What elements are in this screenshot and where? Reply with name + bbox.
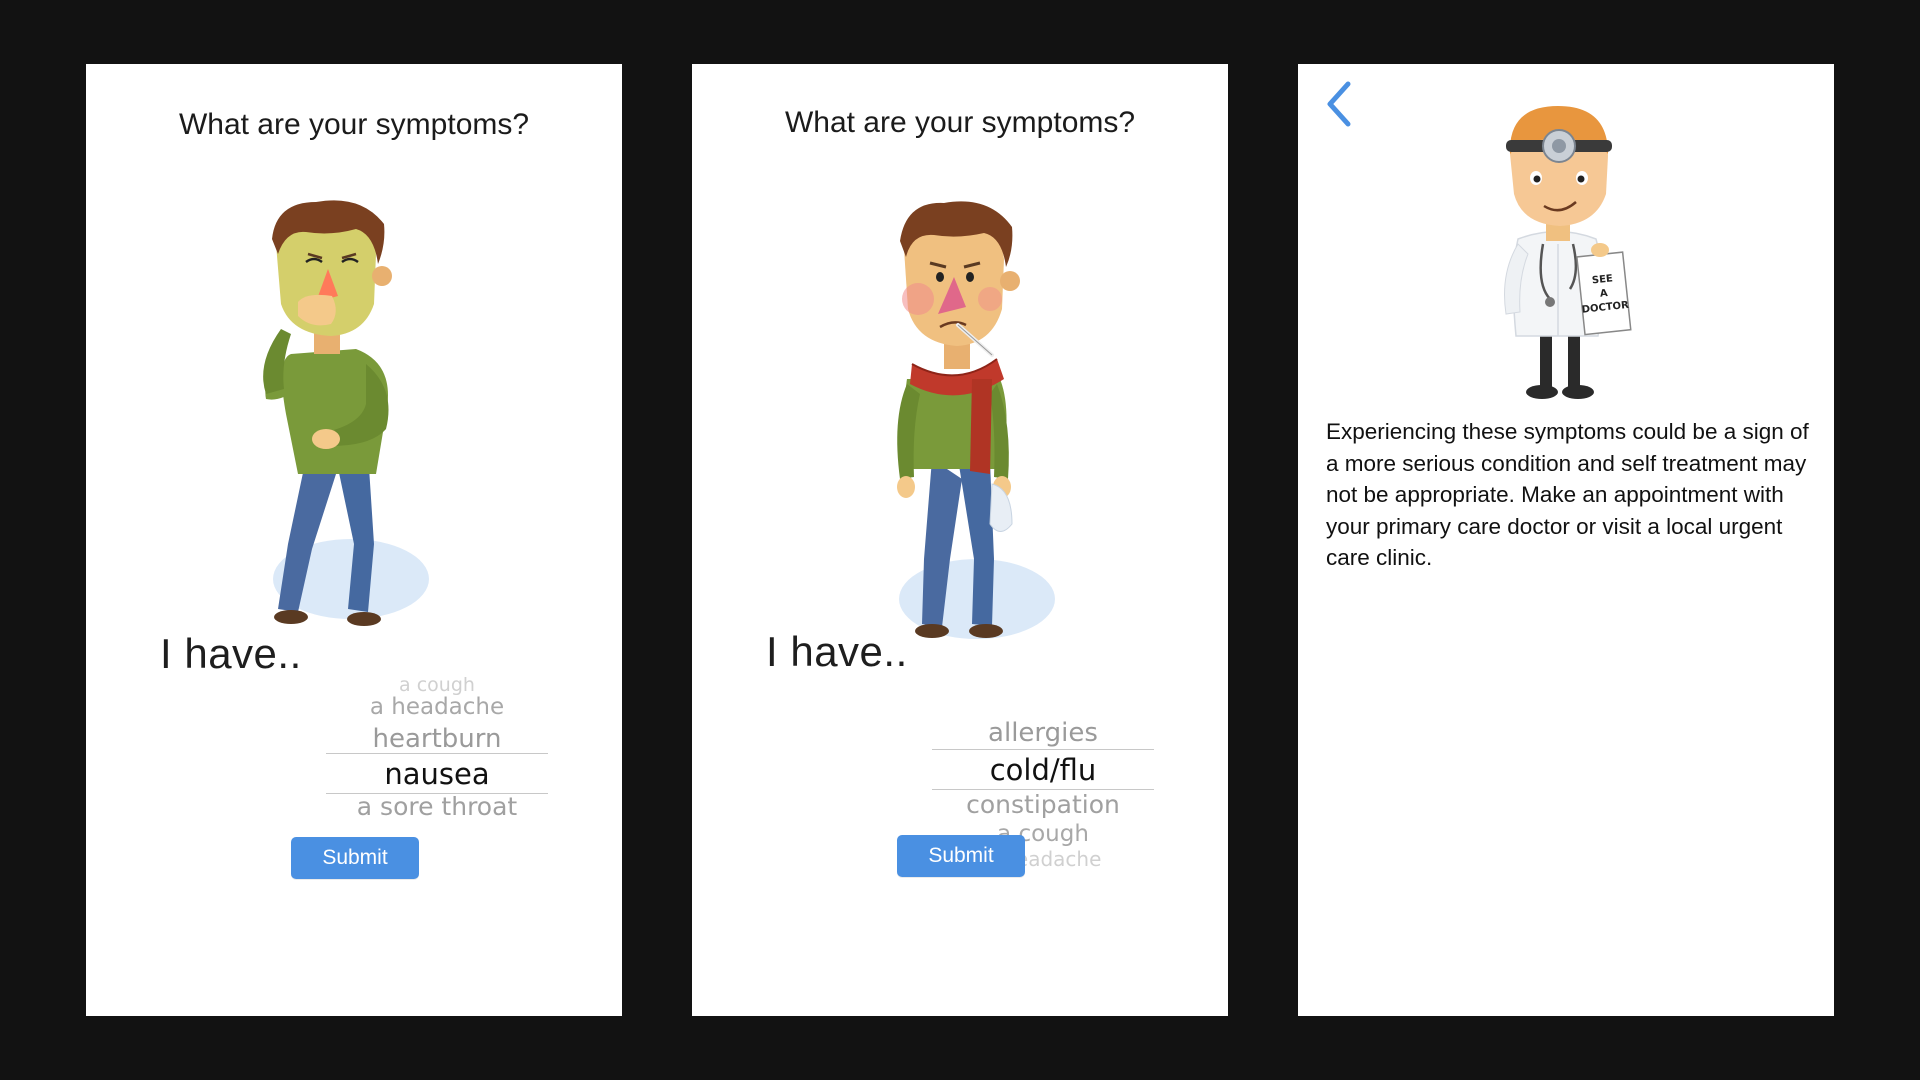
sign-text-see: SEE (1591, 273, 1613, 286)
picker-divider (326, 753, 548, 754)
see-doctor-screen: SEE A DOCTOR Experiencing these symptoms… (1298, 64, 1834, 1016)
picker-option[interactable]: constipation (932, 792, 1154, 817)
chevron-left-icon[interactable] (1318, 72, 1358, 132)
nauseous-man-illustration (263, 200, 429, 626)
i-have-label: I have.. (766, 628, 908, 675)
nausea-screen: What are your symptoms? I have.. a cough… (86, 64, 622, 1016)
cold-flu-screen: What are your symptoms? I have.. allergi… (692, 64, 1228, 1016)
symptom-picker[interactable]: a cough a headache heartburn nausea (326, 604, 548, 804)
picker-selected-option[interactable]: nausea (326, 760, 548, 789)
symptom-picker-below[interactable]: a sore throat (326, 792, 548, 832)
submit-button[interactable]: Submit (897, 835, 1025, 877)
page-title: What are your symptoms? (178, 108, 530, 141)
picker-option[interactable]: a sore throat (326, 794, 548, 819)
picker-divider (932, 749, 1154, 750)
sign-text-a: A (1599, 288, 1608, 300)
picker-option[interactable]: allergies (932, 720, 1154, 746)
sick-man-with-scarf-illustration (897, 201, 1055, 639)
picker-selected-option[interactable]: cold/flu (932, 756, 1154, 785)
doctor-message: Experiencing these symptoms could be a s… (1326, 419, 1809, 570)
picker-option[interactable]: a cough (326, 676, 548, 695)
doctor-illustration: SEE A DOCTOR (1504, 106, 1632, 399)
i-have-label: I have.. (160, 630, 302, 677)
picker-option[interactable]: heartburn (326, 726, 548, 752)
page-title: What are your symptoms? (784, 106, 1136, 139)
submit-button[interactable]: Submit (291, 837, 419, 879)
picker-option[interactable]: a headache (326, 696, 548, 719)
